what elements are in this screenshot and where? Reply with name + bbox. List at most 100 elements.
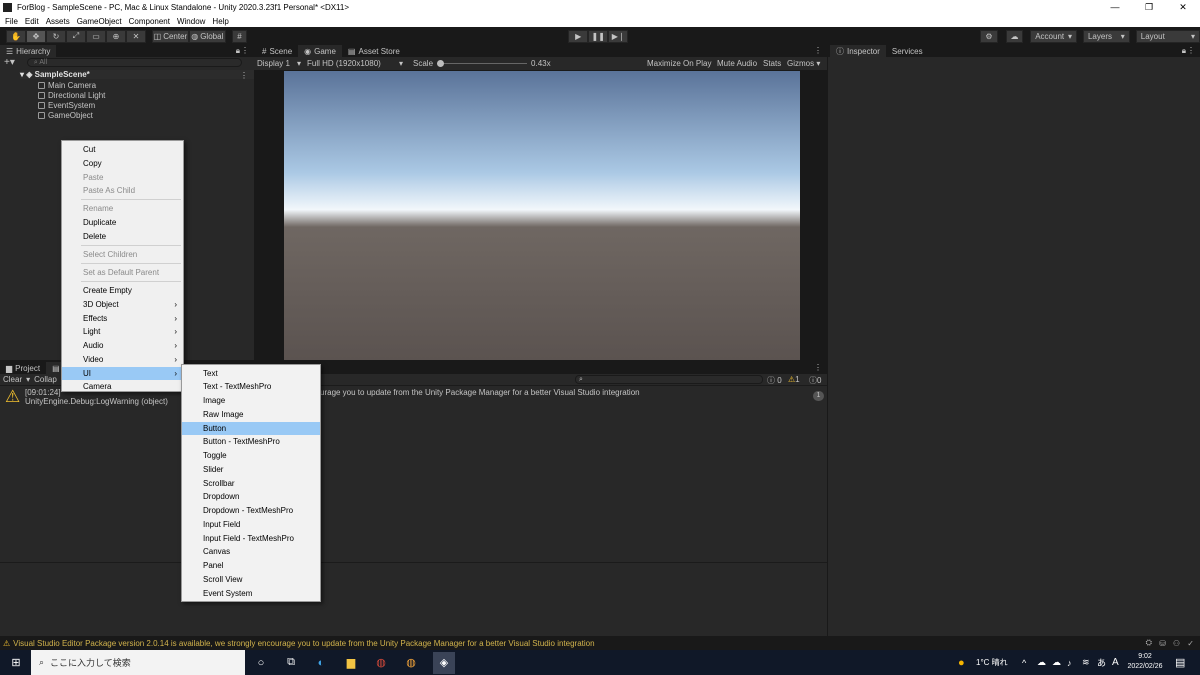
hand-tool-icon[interactable]: ✋ <box>6 29 26 43</box>
display-dropdown[interactable]: Display 1 ▾ <box>257 59 301 68</box>
ui-submenu-item[interactable]: Image <box>182 394 320 407</box>
edge-icon[interactable]: ◐ <box>313 655 329 671</box>
chrome-canary-icon[interactable]: ◍ <box>403 655 419 671</box>
maximize-on-play-toggle[interactable]: Maximize On Play <box>647 59 711 68</box>
more-options-icon[interactable]: ⋮ <box>240 71 248 80</box>
more-options-icon[interactable]: ⋮ <box>814 363 822 372</box>
context-menu-item[interactable]: Cut <box>62 143 183 156</box>
context-menu-item[interactable]: Create Empty <box>62 284 183 297</box>
check-icon[interactable]: ✓ <box>1187 639 1194 648</box>
close-button[interactable]: ✕ <box>1166 0 1200 15</box>
info-count-toggle[interactable]: ⓘ 0 <box>767 375 782 386</box>
grid-snap-icon[interactable]: # <box>231 29 248 43</box>
progress-icon[interactable]: ⛭ <box>1146 638 1152 648</box>
notification-icon[interactable]: ▤ <box>1175 656 1185 669</box>
ime-mode-indicator[interactable]: A <box>1112 657 1119 668</box>
custom-tool-icon[interactable]: ✕ <box>126 29 146 43</box>
hierarchy-item-gameobject[interactable]: GameObject <box>38 111 93 120</box>
ui-submenu-item[interactable]: Raw Image <box>182 408 320 421</box>
game-viewport[interactable] <box>284 71 800 360</box>
windows-start-icon[interactable]: ⊞ <box>8 655 24 671</box>
tray-chevron-icon[interactable]: ^ <box>1022 658 1026 668</box>
ui-submenu-item[interactable]: Slider <box>182 463 320 476</box>
context-menu-item[interactable]: Camera <box>62 380 183 393</box>
ui-submenu-item[interactable]: Text <box>182 367 320 380</box>
ui-submenu-item[interactable]: Input Field - TextMeshPro <box>182 532 320 545</box>
pause-button[interactable]: ❚❚ <box>588 29 609 43</box>
debug-icon[interactable]: ⚇ <box>1173 639 1180 648</box>
file-explorer-icon[interactable]: ▆ <box>343 655 359 671</box>
menu-window[interactable]: Window <box>177 17 205 26</box>
pivot-center-button[interactable]: ◫ Center <box>152 29 189 43</box>
tab-hierarchy[interactable]: ☰ Hierarchy <box>0 45 57 57</box>
maximize-button[interactable]: ❐ <box>1132 0 1166 15</box>
move-tool-icon[interactable]: ✥ <box>26 29 46 43</box>
tab-game[interactable]: ◉ Game <box>298 45 342 57</box>
ui-submenu-item[interactable]: Canvas <box>182 545 320 558</box>
taskbar-search-input[interactable]: ⌕ ここに入力して検索 <box>31 650 245 675</box>
ui-submenu-item[interactable]: Scrollbar <box>182 477 320 490</box>
context-menu-submenu-item[interactable]: Audio › <box>62 339 183 352</box>
gizmos-dropdown[interactable]: Gizmos ▾ <box>787 59 820 68</box>
menu-component[interactable]: Component <box>129 17 170 26</box>
scene-root[interactable]: ▾ ◈ SampleScene* <box>20 70 254 79</box>
slider-thumb[interactable] <box>437 60 445 67</box>
cache-icon[interactable]: ⛁ <box>1159 639 1166 648</box>
more-options-icon[interactable]: ⋮ <box>814 46 822 55</box>
clear-button[interactable]: Clear <box>3 375 22 384</box>
context-menu-submenu-item[interactable]: 3D Object › <box>62 298 183 311</box>
scale-slider[interactable] <box>437 59 528 68</box>
cloud-icon[interactable]: ☁ <box>1005 29 1024 43</box>
tab-services[interactable]: Services <box>886 45 929 57</box>
ui-submenu-item[interactable]: Toggle <box>182 449 320 462</box>
clear-dropdown-icon[interactable]: ▾ <box>26 375 30 384</box>
ui-submenu-item-button[interactable]: Button <box>182 422 320 435</box>
minimize-button[interactable]: — <box>1098 0 1132 15</box>
context-menu-item[interactable]: Delete <box>62 230 183 243</box>
ui-submenu-item[interactable]: Scroll View <box>182 573 320 586</box>
collapse-button[interactable]: Collap <box>34 375 57 384</box>
lock-icon[interactable]: 🔒︎ <box>236 46 240 56</box>
menu-gameobject[interactable]: GameObject <box>77 17 122 26</box>
context-menu-item-ui[interactable]: UI › <box>62 367 183 380</box>
account-dropdown[interactable]: Account ▾ <box>1030 29 1077 43</box>
search-input[interactable]: ⌕ All <box>26 58 242 67</box>
resolution-dropdown[interactable]: Full HD (1920x1080) ▾ <box>307 59 403 68</box>
ime-icon[interactable]: あ <box>1097 656 1106 669</box>
context-menu-item[interactable]: Copy <box>62 157 183 170</box>
tab-scene[interactable]: # Scene <box>256 45 298 57</box>
menu-help[interactable]: Help <box>212 17 228 26</box>
tab-project[interactable]: ▆ Project <box>0 362 46 374</box>
context-menu-submenu-item[interactable]: Effects › <box>62 312 183 325</box>
hierarchy-item-main-camera[interactable]: Main Camera <box>38 81 96 90</box>
chrome-icon[interactable]: ◍ <box>373 655 389 671</box>
task-view-icon[interactable]: ⧉ <box>283 655 299 671</box>
menu-file[interactable]: File <box>5 17 18 26</box>
step-button[interactable]: ▶❘ <box>608 29 629 43</box>
cortana-icon[interactable]: ○ <box>253 655 269 671</box>
ui-submenu-item[interactable]: Text - TextMeshPro <box>182 380 320 393</box>
sun-weather-icon[interactable]: ● <box>958 657 965 669</box>
hierarchy-item-directional-light[interactable]: Directional Light <box>38 91 105 100</box>
play-button[interactable]: ▶ <box>568 29 589 43</box>
unity-taskbar-icon[interactable]: ◈ <box>433 651 455 674</box>
more-options-icon[interactable]: ⋮ <box>241 46 249 55</box>
clock[interactable]: 9:02 2022/02/26 <box>1125 652 1165 672</box>
ui-submenu-item[interactable]: Button - TextMeshPro <box>182 435 320 448</box>
ui-submenu-item[interactable]: Event System <box>182 587 320 600</box>
stats-toggle[interactable]: Stats <box>763 59 781 68</box>
collab-icon[interactable]: ⚙ <box>980 29 998 43</box>
rect-tool-icon[interactable]: ▭ <box>86 29 106 43</box>
layers-dropdown[interactable]: Layers ▾ <box>1082 29 1130 43</box>
ui-submenu-item[interactable]: Dropdown - TextMeshPro <box>182 504 320 517</box>
ui-submenu-item[interactable]: Panel <box>182 559 320 572</box>
hierarchy-item-eventsystem[interactable]: EventSystem <box>38 101 95 110</box>
warning-count-toggle[interactable]: ⚠1 <box>788 375 800 384</box>
lock-icon[interactable]: 🔒︎ <box>1182 46 1186 56</box>
tab-inspector[interactable]: ⓘ Inspector <box>830 45 886 57</box>
context-menu-submenu-item[interactable]: Video › <box>62 353 183 366</box>
status-bar[interactable]: ⚠ Visual Studio Editor Package version 2… <box>0 636 1200 650</box>
ui-submenu-item[interactable]: Input Field <box>182 518 320 531</box>
scale-tool-icon[interactable]: ⤢ <box>66 29 86 43</box>
mute-audio-toggle[interactable]: Mute Audio <box>717 59 757 68</box>
